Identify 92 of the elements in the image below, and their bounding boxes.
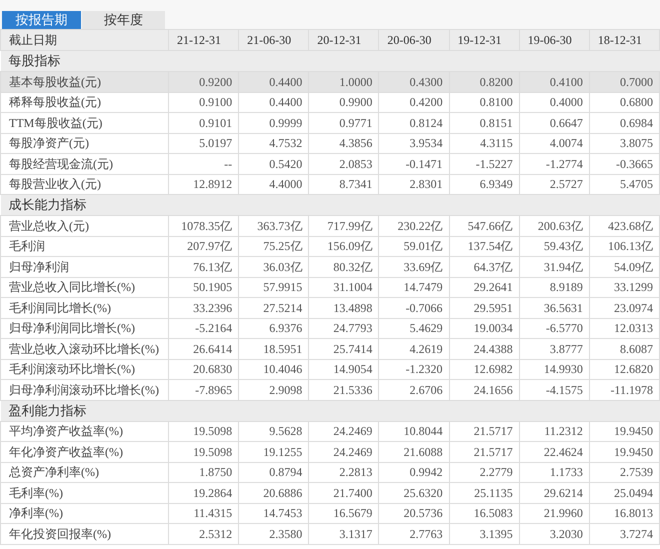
table-cell: 24.4388 [449, 338, 520, 359]
row-label: 年化投资回报率(%) [0, 524, 168, 544]
table-cell: 1078.35亿 [168, 216, 239, 236]
table-cell: 0.9101 [168, 112, 239, 133]
table-cell: 21.6088 [378, 442, 450, 462]
table-cell: 13.4898 [308, 298, 379, 318]
table-cell: 33.69亿 [378, 256, 450, 277]
table-cell: 0.6984 [589, 112, 660, 133]
table-cell: 200.63亿 [519, 216, 590, 236]
table-cell: -0.1471 [378, 154, 450, 174]
table-cell: 80.32亿 [308, 256, 379, 277]
table-cell: 547.66亿 [449, 216, 520, 236]
table-cell: 4.2619 [378, 338, 450, 359]
table-cell: 23.0974 [589, 298, 660, 318]
table-cell: 423.68亿 [589, 216, 660, 236]
table-cell: -0.7066 [378, 298, 450, 318]
table-cell: 76.13亿 [168, 256, 239, 277]
row-label: 归母净利润滚动环比增长(%) [0, 380, 168, 400]
row-label: 毛利率(%) [0, 482, 168, 503]
row-label: 营业总收入滚动环比增长(%) [0, 338, 168, 359]
table-cell: 0.9999 [238, 112, 309, 133]
table-cell: 0.4300 [378, 72, 450, 92]
table-cell: 0.4400 [238, 72, 309, 92]
table-cell: 3.2030 [519, 524, 590, 544]
row-label: 年化净资产收益率(%) [0, 442, 168, 462]
table-cell: 64.37亿 [449, 256, 520, 277]
table-cell: 2.7763 [378, 524, 450, 544]
table-cell: 21.5717 [449, 442, 520, 462]
table-cell: 29.5951 [449, 298, 520, 318]
table-cell: 26.6414 [168, 338, 239, 359]
table-cell: 19.9450 [589, 442, 660, 462]
table-cell: 2.0853 [308, 154, 379, 174]
table-cell: 3.8777 [519, 338, 590, 359]
table-cell: 24.2469 [308, 442, 379, 462]
table-cell: -11.1978 [589, 380, 660, 400]
table-cell: 363.73亿 [238, 216, 309, 236]
table-cell: 717.99亿 [308, 216, 379, 236]
table-cell: 0.9771 [308, 112, 379, 133]
table-cell: -7.8965 [168, 380, 239, 400]
table-cell: -4.1575 [519, 380, 590, 400]
row-label: TTM每股收益(元) [0, 112, 168, 133]
table-cell: 29.6214 [519, 482, 590, 503]
row-label: 每股经营现金流(元) [0, 154, 168, 174]
table-cell: 2.9098 [238, 380, 309, 400]
table-cell: 2.3580 [238, 524, 309, 544]
table-cell: 31.94亿 [519, 256, 590, 277]
table-cell: -1.2774 [519, 154, 590, 174]
table-cell: 230.22亿 [378, 216, 450, 236]
table-cell: 54.09亿 [589, 256, 660, 277]
table-cell: 3.1395 [449, 524, 520, 544]
table-cell: 25.6320 [378, 482, 450, 503]
section-title: 盈利能力指标 [0, 400, 660, 421]
table-cell: 24.1656 [449, 380, 520, 400]
table-cell: 0.6647 [519, 112, 590, 133]
table-cell: 1.0000 [308, 72, 379, 92]
table-cell: 0.8124 [378, 112, 450, 133]
table-cell: 22.4624 [519, 442, 590, 462]
row-label: 基本每股收益(元) [0, 72, 168, 92]
table-cell: 27.5214 [238, 298, 309, 318]
table-cell: 0.8151 [449, 112, 520, 133]
column-header: 截止日期 [0, 30, 168, 50]
table-cell: 2.6706 [378, 380, 450, 400]
table-cell: 21.5336 [308, 380, 379, 400]
table-cell: 19.1255 [238, 442, 309, 462]
table-cell: 25.7414 [308, 338, 379, 359]
table-cell: -0.3665 [589, 154, 660, 174]
table-cell: -- [168, 154, 239, 174]
table-cell: 21.7400 [308, 482, 379, 503]
table-cell: 0.8200 [449, 72, 520, 92]
table-cell: 2.5312 [168, 524, 239, 544]
row-label: 归母净利润 [0, 256, 168, 277]
table-cell: 18.5951 [238, 338, 309, 359]
table-cell: 36.5631 [519, 298, 590, 318]
table-cell: 0.4100 [519, 72, 590, 92]
table-cell: 20.6886 [238, 482, 309, 503]
table-cell: 36.03亿 [238, 256, 309, 277]
table-cell: 0.7000 [589, 72, 660, 92]
row-label: 营业总收入(元) [0, 216, 168, 236]
table-cell: 19.5098 [168, 442, 239, 462]
table-cell: 25.1135 [449, 482, 520, 503]
table-cell: 33.2396 [168, 298, 239, 318]
table-cell: 25.0494 [589, 482, 660, 503]
tab[interactable]: 按年度 [82, 11, 165, 29]
table-cell: 19.2864 [168, 482, 239, 503]
table-cell: 0.5420 [238, 154, 309, 174]
table-cell: 3.1317 [308, 524, 379, 544]
table-cell: 3.7274 [589, 524, 660, 544]
tab[interactable]: 按报告期 [2, 11, 81, 29]
table-cell: 8.6087 [589, 338, 660, 359]
table-cell: 0.9200 [168, 72, 239, 92]
row-label: 毛利润同比增长(%) [0, 298, 168, 318]
table-cell: -1.5227 [449, 154, 520, 174]
